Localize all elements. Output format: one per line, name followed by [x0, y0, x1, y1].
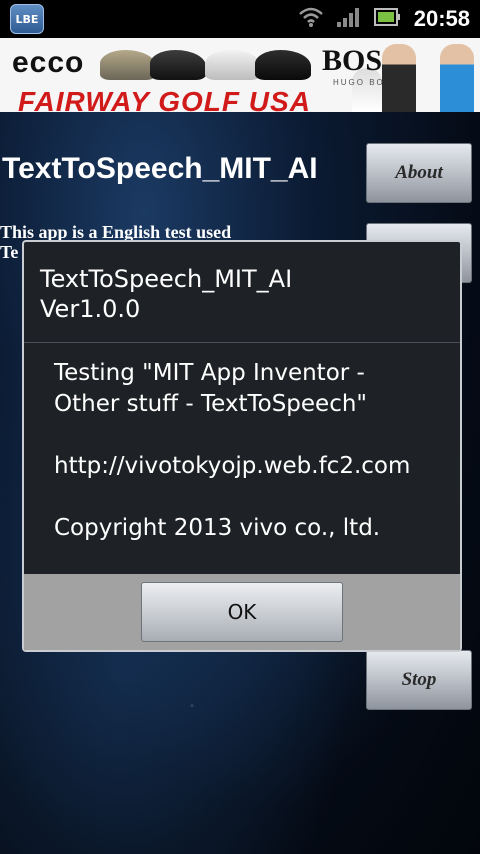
- ok-button-label: OK: [227, 600, 257, 624]
- dialog-button-bar: OK: [24, 574, 460, 650]
- ad-brand-ecco: ecco: [12, 46, 85, 79]
- lbe-app-icon: LBE: [10, 4, 44, 34]
- ad-model-image: [440, 44, 474, 112]
- about-button[interactable]: About: [366, 143, 472, 203]
- signal-icon: [336, 6, 362, 32]
- dialog-message: Testing "MIT App Inventor - Other stuff …: [54, 358, 454, 544]
- stop-button-label: Stop: [401, 669, 437, 690]
- status-indicators: 20:58: [298, 6, 470, 32]
- dialog-message-url: http://vivotokyojp.web.fc2.com: [54, 453, 411, 479]
- about-button-label: About: [395, 162, 443, 183]
- ad-shoe-image: [205, 50, 261, 80]
- dialog-message-copyright: Copyright 2013 vivo co., ltd.: [54, 515, 381, 541]
- ad-shoe-image: [255, 50, 311, 80]
- ad-headline: FAIRWAY GOLF USA: [18, 86, 311, 112]
- ad-shoe-image: [100, 50, 156, 80]
- dialog-title-name: TextToSpeech_MIT_AI: [40, 265, 293, 293]
- about-dialog: TextToSpeech_MIT_AI Ver1.0.0 Testing "MI…: [22, 240, 462, 652]
- dialog-message-line: Other stuff - TextToSpeech": [54, 391, 367, 417]
- battery-icon: [373, 6, 402, 32]
- ok-button[interactable]: OK: [141, 582, 343, 642]
- status-time: 20:58: [413, 6, 470, 31]
- dialog-divider: [24, 342, 460, 343]
- lbe-icon-label: LBE: [15, 12, 39, 26]
- wifi-icon: [298, 6, 324, 32]
- stop-button[interactable]: Stop: [366, 650, 472, 710]
- dialog-message-spacer: [54, 420, 454, 451]
- dialog-message-spacer: [54, 482, 454, 513]
- dialog-title-version: Ver1.0.0: [40, 295, 141, 323]
- ad-model-image: [382, 44, 416, 112]
- dialog-title: TextToSpeech_MIT_AI Ver1.0.0: [40, 264, 292, 324]
- app-screen: LBE 20:58 ecco BOSS HUGO BOSS FAIRWAY GO…: [0, 0, 480, 854]
- app-description-line1: This app is a English test used: [0, 222, 232, 242]
- ad-shoe-image: [150, 50, 206, 80]
- ad-banner[interactable]: ecco BOSS HUGO BOSS FAIRWAY GOLF USA: [0, 38, 480, 112]
- dialog-message-line: Testing "MIT App Inventor -: [54, 360, 365, 386]
- status-bar: LBE 20:58: [0, 0, 480, 38]
- app-title: TextToSpeech_MIT_AI: [2, 152, 318, 185]
